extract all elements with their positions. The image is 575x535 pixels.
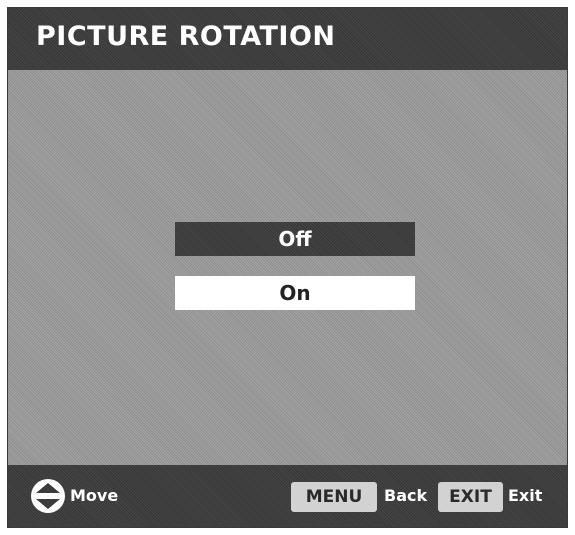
menu-button[interactable]: MENU — [291, 482, 377, 512]
option-on[interactable]: On — [175, 276, 415, 310]
exit-label: Exit — [508, 486, 543, 505]
back-label: Back — [384, 486, 428, 505]
footer-bar: Move MENU Back EXIT Exit — [8, 465, 567, 527]
up-down-arrow-circle-icon — [31, 479, 65, 513]
header-bar: PICTURE ROTATION — [8, 8, 567, 70]
page-title: PICTURE ROTATION — [36, 21, 336, 52]
osd-screen: PICTURE ROTATION Off On Move MENU Back E… — [7, 7, 568, 528]
move-label: Move — [70, 486, 119, 505]
option-off[interactable]: Off — [175, 222, 415, 256]
exit-button[interactable]: EXIT — [438, 482, 503, 512]
